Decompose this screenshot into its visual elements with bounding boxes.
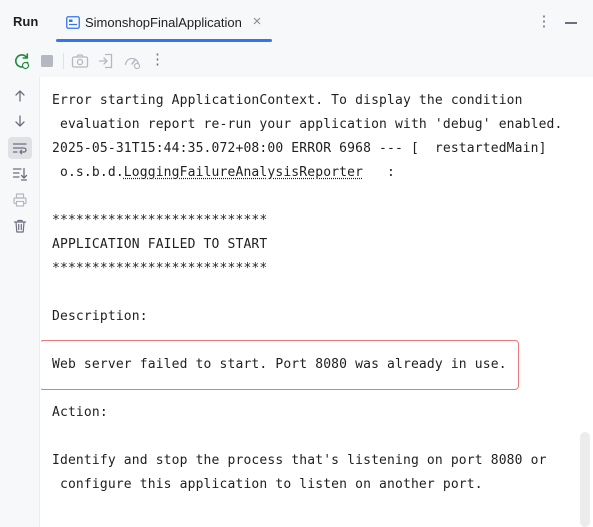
console-output[interactable]: Error starting ApplicationContext. To di… bbox=[41, 77, 593, 527]
print-button[interactable] bbox=[8, 189, 32, 211]
console-line: *************************** bbox=[52, 261, 268, 276]
logger-prefix: o.s.b.d. bbox=[52, 165, 124, 180]
arrow-up-icon bbox=[15, 90, 25, 102]
scroll-to-end-button[interactable] bbox=[8, 163, 32, 185]
more-options-icon[interactable]: ⋮ bbox=[534, 11, 554, 33]
minimize-icon[interactable] bbox=[561, 11, 581, 33]
clear-all-button[interactable] bbox=[8, 215, 32, 237]
console-line: evaluation report re-run your applicatio… bbox=[52, 117, 563, 132]
camera-icon[interactable] bbox=[70, 51, 90, 71]
console-line: Error starting ApplicationContext. To di… bbox=[52, 93, 523, 108]
vertical-scrollbar[interactable] bbox=[580, 432, 590, 527]
console-side-toolbar bbox=[0, 77, 40, 527]
trash-icon bbox=[13, 219, 27, 233]
toolbar-separator bbox=[63, 53, 64, 69]
console-line: o.s.b.d.LoggingFailureAnalysisReporter : bbox=[52, 165, 395, 180]
console-line: configure this application to listen on … bbox=[52, 477, 483, 492]
soft-wrap-button[interactable] bbox=[8, 137, 32, 159]
tab-close-icon[interactable]: × bbox=[250, 13, 264, 30]
restore-layout-icon[interactable] bbox=[96, 51, 116, 71]
print-icon bbox=[13, 193, 27, 207]
logger-suffix: : bbox=[363, 165, 396, 180]
console-line: *************************** bbox=[52, 213, 268, 228]
console-line: Web server failed to start. Port 8080 wa… bbox=[52, 357, 507, 372]
console-line: Action: bbox=[52, 405, 108, 420]
previous-occurrence-button[interactable] bbox=[8, 85, 32, 107]
toolbar-more-icon[interactable]: ⋮ bbox=[150, 50, 165, 68]
tab-label: SimonshopFinalApplication bbox=[85, 15, 242, 30]
tab-simonshop-final-application[interactable]: SimonshopFinalApplication × bbox=[56, 6, 272, 44]
console-line: APPLICATION FAILED TO START bbox=[52, 237, 268, 252]
logger-class-link[interactable]: LoggingFailureAnalysisReporter bbox=[124, 165, 363, 180]
tool-window-header: Run SimonshopFinalApplication × ⋮ bbox=[0, 0, 593, 44]
next-occurrence-button[interactable] bbox=[8, 110, 32, 132]
arrow-down-icon bbox=[15, 115, 25, 127]
run-panel-title: Run bbox=[13, 14, 39, 29]
console-line: Identify and stop the process that's lis… bbox=[52, 453, 547, 468]
run-toolbar: ⋮ bbox=[0, 44, 593, 77]
console-line: Description: bbox=[52, 309, 148, 324]
application-window-icon bbox=[66, 16, 80, 29]
soft-wrap-icon bbox=[12, 143, 27, 155]
rerun-icon[interactable] bbox=[12, 51, 32, 71]
console-line: 2025-05-31T15:44:35.072+08:00 ERROR 6968… bbox=[52, 141, 547, 156]
debug-settings-icon[interactable] bbox=[122, 51, 142, 71]
scroll-to-end-icon bbox=[12, 167, 28, 181]
stop-icon[interactable] bbox=[37, 51, 57, 71]
active-tab-indicator bbox=[56, 39, 272, 42]
